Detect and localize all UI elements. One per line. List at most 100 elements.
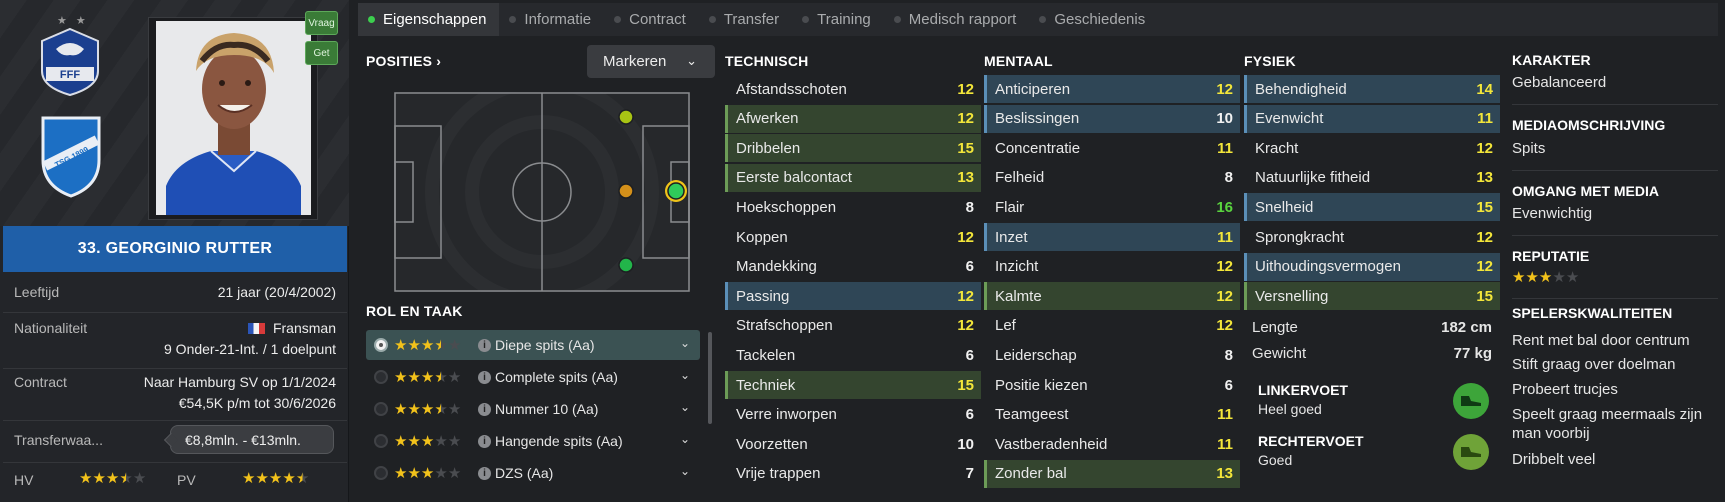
role-label: DZS (Aa) xyxy=(495,465,554,481)
attribute-row[interactable]: Leiderschap 8 xyxy=(984,341,1240,369)
tab-transfer[interactable]: Transfer xyxy=(699,3,792,36)
attribute-row[interactable]: Concentratie 11 xyxy=(984,134,1240,162)
divider xyxy=(3,368,347,369)
role-row[interactable]: ★★★★★ i Hangende spits (Aa) ⌄ xyxy=(366,426,700,456)
attribute-row[interactable]: Sprongkracht 12 xyxy=(1244,223,1500,251)
role-row[interactable]: ★★★★★ i Diepe spits (Aa) ⌄ xyxy=(366,330,700,360)
attribute-row[interactable]: Felheid 8 xyxy=(984,164,1240,192)
get-button[interactable]: Get xyxy=(305,41,338,65)
attribute-row[interactable]: Voorzetten 10 xyxy=(725,430,981,458)
half-star-icon: ★ xyxy=(434,369,448,386)
transfer-value-pill[interactable]: €8,8mln. - €13mln. xyxy=(170,425,334,454)
attribute-value: 16 xyxy=(1216,198,1233,216)
attribute-row[interactable]: Koppen 12 xyxy=(725,223,981,251)
fff-crest-icon[interactable]: FFF xyxy=(38,27,102,97)
tab-eigenschappen[interactable]: Eigenschappen xyxy=(358,3,500,36)
attribute-row[interactable]: Anticiperen 12 xyxy=(984,75,1240,103)
attribute-row[interactable]: Inzet 11 xyxy=(984,223,1240,251)
attribute-row[interactable]: Afwerken 12 xyxy=(725,104,981,133)
tab-geschiedenis[interactable]: Geschiedenis xyxy=(1029,3,1158,36)
attribute-value: 8 xyxy=(1224,169,1233,187)
attribute-row[interactable]: Verre inworpen 6 xyxy=(725,401,981,429)
contract-value[interactable]: Naar Hamburg SV op 1/1/2024 xyxy=(144,374,336,390)
tab-medisch-rapport[interactable]: Medisch rapport xyxy=(884,3,1030,36)
tab-informatie[interactable]: Informatie xyxy=(499,3,604,36)
empty-star-icon: ★ xyxy=(447,465,462,482)
role-radio[interactable] xyxy=(374,338,388,352)
role-radio[interactable] xyxy=(374,370,388,384)
attribute-row[interactable]: Techniek 15 xyxy=(725,371,981,399)
info-icon[interactable]: i xyxy=(478,434,491,448)
attribute-value: 11 xyxy=(1217,435,1233,453)
tab-training[interactable]: Training xyxy=(792,3,884,36)
role-row[interactable]: ★★★★★ i DZS (Aa) ⌄ xyxy=(366,458,700,488)
role-row[interactable]: ★★★★★ i Complete spits (Aa) ⌄ xyxy=(366,362,700,392)
markeren-dropdown[interactable]: Markeren ⌄ xyxy=(587,45,715,78)
attribute-row[interactable]: Strafschoppen 12 xyxy=(725,312,981,340)
omgang-value: Evenwichtig xyxy=(1512,205,1593,222)
chevron-down-icon[interactable]: ⌄ xyxy=(680,368,690,382)
chevron-down-icon[interactable]: ⌄ xyxy=(680,464,690,478)
role-row[interactable]: ★★★★★ i Nummer 10 (Aa) ⌄ xyxy=(366,394,700,424)
attribute-row[interactable]: Lef 12 xyxy=(984,312,1240,340)
attribute-value: 8 xyxy=(1224,346,1233,364)
player-photo xyxy=(156,21,311,215)
attribute-row[interactable]: Kracht 12 xyxy=(1244,134,1500,162)
role-radio[interactable] xyxy=(374,402,388,416)
attribute-row[interactable]: Eerste balcontact 13 xyxy=(725,163,981,192)
role-radio[interactable] xyxy=(374,466,388,480)
positions-title[interactable]: POSITIES › xyxy=(366,53,441,69)
divider xyxy=(1512,104,1718,105)
star-icon: ★ xyxy=(394,433,408,450)
attribute-row[interactable]: Tackelen 6 xyxy=(725,341,981,369)
attribute-row[interactable]: Hoekschoppen 8 xyxy=(725,193,981,221)
attribute-value: 8 xyxy=(965,198,974,216)
chevron-down-icon[interactable]: ⌄ xyxy=(680,400,690,414)
attribute-row[interactable]: Passing 12 xyxy=(725,282,981,311)
chevron-down-icon[interactable]: ⌄ xyxy=(680,336,690,350)
role-radio[interactable] xyxy=(374,434,388,448)
attribute-row[interactable]: Inzicht 12 xyxy=(984,253,1240,281)
info-icon[interactable]: i xyxy=(478,466,491,480)
info-icon[interactable]: i xyxy=(478,370,491,384)
tab-label: Geschiedenis xyxy=(1054,11,1146,28)
tab-contract[interactable]: Contract xyxy=(604,3,699,36)
hoffenheim-crest-icon[interactable]: TSG 1899 xyxy=(37,114,105,198)
attribute-label: Hoekschoppen xyxy=(736,198,837,216)
nationality-value[interactable]: Fransman xyxy=(273,320,336,336)
attribute-row[interactable]: Snelheid 15 xyxy=(1244,193,1500,222)
star-icon: ★ xyxy=(394,401,408,418)
star-icon: ★ xyxy=(1538,269,1553,286)
attribute-row[interactable]: Teamgeest 11 xyxy=(984,401,1240,429)
player-trait: Speelt graag meermaals zijn man voorbij xyxy=(1512,406,1703,442)
chevron-down-icon[interactable]: ⌄ xyxy=(680,432,690,446)
role-label: Complete spits (Aa) xyxy=(495,369,618,385)
attribute-row[interactable]: Beslissingen 10 xyxy=(984,104,1240,133)
attribute-row[interactable]: Vrije trappen 7 xyxy=(725,460,981,488)
attribute-row[interactable]: Afstandsschoten 12 xyxy=(725,75,981,103)
kwaliteiten-title: SPELERSKWALITEITEN xyxy=(1512,305,1673,321)
attribute-row[interactable]: Evenwicht 11 xyxy=(1244,104,1500,133)
info-icon[interactable]: i xyxy=(478,338,491,352)
divider xyxy=(1512,235,1718,236)
info-icon[interactable]: i xyxy=(478,402,491,416)
attribute-row[interactable]: Flair 16 xyxy=(984,193,1240,221)
star-icon: ★ xyxy=(92,470,106,487)
roles-scrollbar[interactable] xyxy=(708,332,712,424)
empty-star-icon: ★ xyxy=(447,369,462,386)
attribute-row[interactable]: Kalmte 12 xyxy=(984,282,1240,311)
pv-label: PV xyxy=(177,472,196,488)
attribute-row[interactable]: Uithoudingsvermogen 12 xyxy=(1244,252,1500,281)
attribute-label: Strafschoppen xyxy=(736,317,833,335)
vraag-button[interactable]: Vraag xyxy=(305,11,338,35)
attribute-row[interactable]: Zonder bal 13 xyxy=(984,459,1240,488)
attribute-row[interactable]: Vastberadenheid 11 xyxy=(984,430,1240,458)
attribute-row[interactable]: Natuurlijke fitheid 13 xyxy=(1244,164,1500,192)
attribute-row[interactable]: Behendigheid 14 xyxy=(1244,75,1500,103)
attribute-row[interactable]: Dribbelen 15 xyxy=(725,134,981,163)
tab-dot-icon xyxy=(1039,16,1047,23)
attribute-row[interactable]: Positie kiezen 6 xyxy=(984,371,1240,399)
attribute-row[interactable]: Versnelling 15 xyxy=(1244,282,1500,311)
half-star-icon: ★ xyxy=(434,337,448,354)
attribute-row[interactable]: Mandekking 6 xyxy=(725,253,981,281)
